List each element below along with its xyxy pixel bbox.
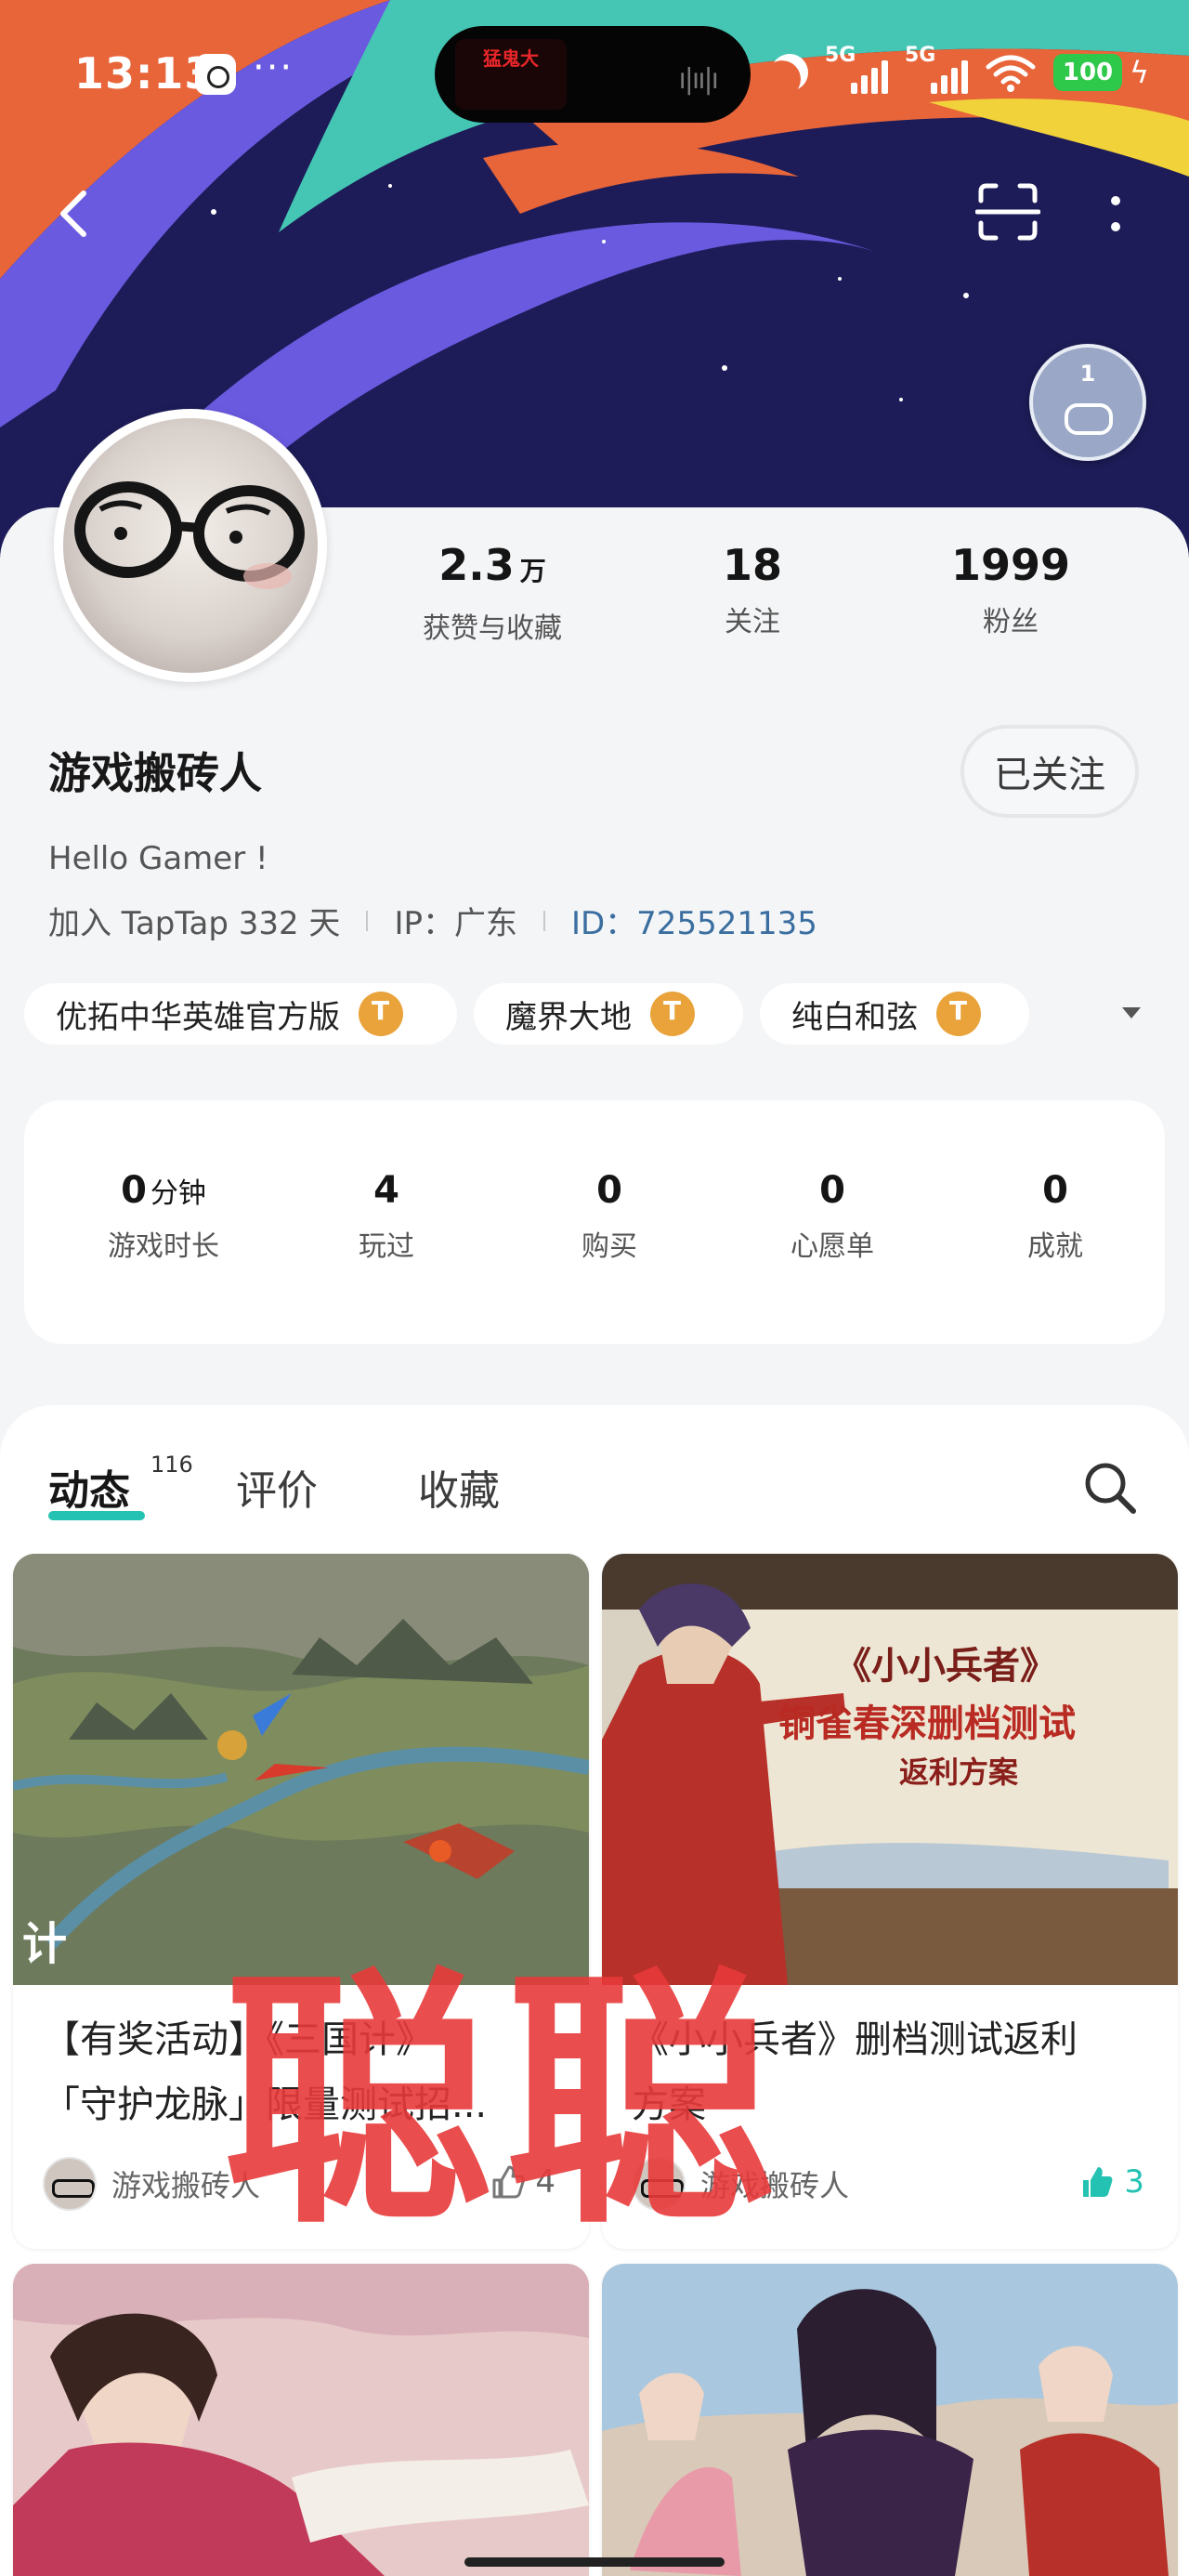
thumbs-up-filled-icon [1083,2167,1113,2197]
stat-following-value: 18 [722,540,782,590]
profile-meta: 加入 TapTap 332 天 IP：广东 ID：725521135 [48,898,817,943]
post-image [602,2264,1178,2576]
game-chips: 优拓中华英雄官方版 魔界大地 纯白和弦 [24,983,1167,1045]
status-icons: 5G 5G 100 ϟ [771,44,1150,100]
game-chip[interactable]: 纯白和弦 [760,983,1029,1045]
play-stat-time[interactable]: 0 分钟 游戏时长 [61,1169,266,1264]
charging-icon: ϟ [1130,55,1150,90]
more-notifications-icon: ··· [253,46,294,89]
divider [542,910,545,931]
level-badge-icon [650,992,695,1036]
username: 游戏搬砖人 [48,748,262,798]
scan-icon[interactable] [975,182,1040,242]
tab-favorites[interactable]: 收藏 [418,1457,500,1517]
stat-followers-label: 粉丝 [983,606,1039,638]
level-badge-icon [936,992,981,1036]
bio: Hello Gamer ! [48,840,268,877]
play-stat-value: 4 [373,1169,399,1212]
stat-likes-label: 获赞与收藏 [423,612,562,645]
post-image-title: 《小小兵者》 [834,1645,1057,1688]
post-like-button[interactable]: 3 [1078,2163,1144,2201]
media-thumbnail-title: 猛鬼大 [483,47,539,70]
stat-likes-unit: 万 [519,556,546,586]
audio-wave-icon: ı|ıı|ı [678,63,719,96]
avatar[interactable] [54,409,327,682]
level-badge-icon [359,992,403,1036]
stat-following[interactable]: 18 关注 [641,539,864,639]
post-like-count: 3 [1124,2163,1144,2201]
post-image [13,2264,589,2576]
post-card[interactable] [13,2264,589,2576]
play-stat-achievements[interactable]: 0 成就 [953,1169,1157,1264]
stat-likes[interactable]: 2.3 万 获赞与收藏 [381,539,604,646]
post-card[interactable] [602,2264,1178,2576]
game-chip-label: 纯白和弦 [791,998,918,1036]
badge-level: 1 [1079,361,1096,387]
stat-likes-value: 2.3 [438,540,515,590]
tab-posts-count: 116 [150,1452,193,1478]
game-chip[interactable]: 魔界大地 [474,983,743,1045]
tab-posts[interactable]: 动态 [48,1457,130,1517]
expand-chips-icon[interactable] [1122,1007,1141,1019]
post-author-avatar [43,2157,97,2211]
play-stats-card: 0 分钟 游戏时长 4 玩过 0 购买 0 心愿单 0 成就 [24,1100,1165,1344]
post-image-caption: 返利方案 [899,1755,1019,1790]
stat-followers-value: 1999 [950,540,1071,590]
user-id[interactable]: ID：725521135 [571,898,817,943]
play-stat-value: 0 [121,1169,147,1212]
tab-reviews[interactable]: 评价 [236,1457,318,1517]
more-options-icon[interactable] [1102,193,1130,234]
watermark: 聪聪 [223,1947,788,2260]
tab-active-indicator [48,1511,145,1520]
status-bar: 13:13 ··· 猛鬼大 ı|ıı|ı 5G 5G 100 ϟ [0,0,1189,149]
avatar-image [63,418,318,673]
play-stat-value: 0 [819,1169,845,1212]
do-not-disturb-icon [765,48,813,96]
stat-following-label: 关注 [725,606,780,638]
play-stat-value: 0 [1042,1169,1068,1212]
cellular-signal-icon: 5G [825,44,888,96]
media-thumbnail: 猛鬼大 [455,39,567,110]
play-stat-label: 购买 [581,1230,637,1263]
play-stat-label: 心愿单 [790,1230,874,1263]
post-image: 计 [13,1554,589,1985]
battery-icon: 100 [1053,54,1122,91]
home-indicator[interactable] [464,2557,725,2567]
play-stat-wishlist[interactable]: 0 心愿单 [730,1169,934,1264]
play-stat-played[interactable]: 4 玩过 [284,1169,489,1264]
post-image-caption: 计 [22,1918,68,1970]
join-duration: 加入 TapTap 332 天 [48,905,341,942]
developer-badge-icon[interactable]: 1 [1029,344,1146,461]
play-stat-value: 0 [596,1169,622,1212]
post-image: 《小小兵者》 铜雀春深删档测试 返利方案 [602,1554,1178,1985]
cellular-signal-icon-2: 5G [905,44,968,96]
divider [366,910,369,931]
back-icon[interactable] [46,186,102,242]
game-chip-label: 魔界大地 [505,998,632,1036]
follow-button[interactable]: 已关注 [960,725,1139,818]
play-stat-unit: 分钟 [150,1177,206,1210]
play-stat-purchased[interactable]: 0 购买 [507,1169,712,1264]
game-chip-label: 优拓中华英雄官方版 [56,998,340,1036]
status-time: 13:13 [74,48,216,99]
post-image-subtitle: 铜雀春深删档测试 [778,1702,1076,1745]
play-stat-label: 成就 [1027,1230,1083,1263]
wifi-icon [985,52,1037,93]
game-chip[interactable]: 优拓中华英雄官方版 [24,983,457,1045]
gamepad-icon [1065,403,1113,435]
search-icon[interactable] [1081,1459,1139,1517]
play-stat-label: 游戏时长 [108,1230,219,1263]
stat-followers[interactable]: 1999 粉丝 [899,539,1122,639]
ip-location: IP：广东 [394,905,517,942]
dynamic-island[interactable]: 猛鬼大 ı|ıı|ı [435,26,751,123]
clock-app-icon [195,54,236,95]
play-stat-label: 玩过 [359,1230,414,1263]
